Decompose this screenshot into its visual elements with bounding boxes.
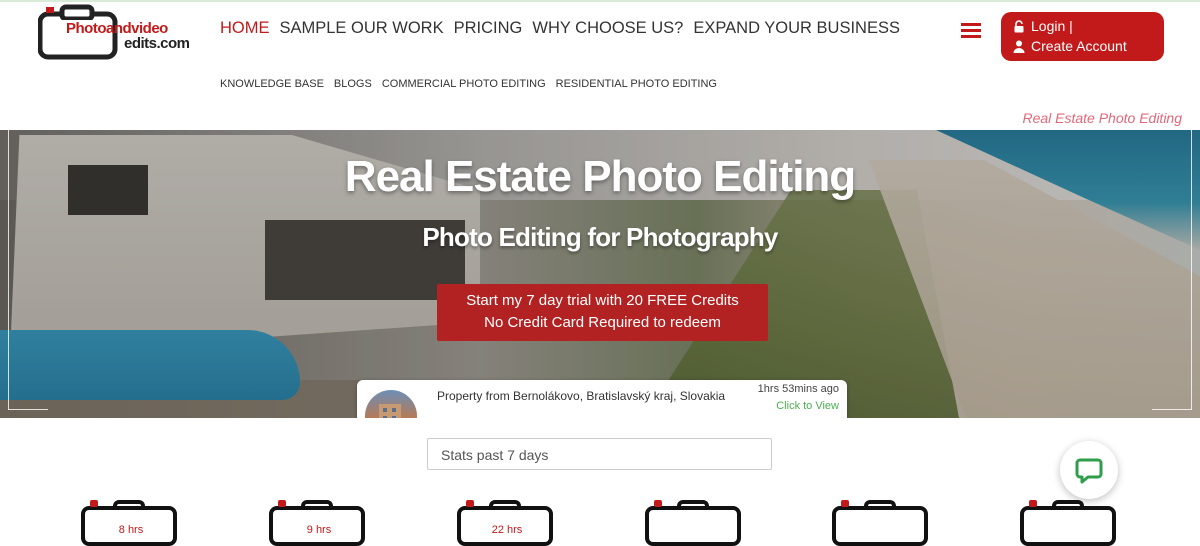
chat-bubble-icon (1075, 458, 1103, 484)
nav-commercial-photo-editing[interactable]: COMMERCIAL PHOTO EDITING (382, 78, 546, 90)
page-tag: Real Estate Photo Editing (1022, 110, 1182, 126)
main-nav: HOME SAMPLE OUR WORK PRICING WHY CHOOSE … (220, 19, 900, 38)
stat-value: 8 hrs (118, 524, 144, 536)
building-icon (379, 404, 401, 418)
stat-item (832, 500, 932, 546)
activity-timestamp: 1hrs 53mins ago (757, 383, 839, 395)
stat-value: 22 hrs (491, 524, 523, 536)
nav-expand-your-business[interactable]: EXPAND YOUR BUSINESS (693, 19, 900, 38)
login-label: Login | (1031, 18, 1073, 34)
hamburger-menu-icon[interactable] (961, 23, 981, 38)
stat-item (645, 500, 745, 546)
logo-wordmark: Photoandvideo edits.com (66, 21, 190, 51)
hero-frame-line (8, 409, 48, 410)
lock-icon (1014, 19, 1024, 32)
hero-banner: Real Estate Photo Editing Photo Editing … (0, 130, 1200, 418)
click-to-view-link[interactable]: Click to View (776, 400, 839, 412)
stats-period-select[interactable]: Stats past 7 days (427, 438, 772, 470)
create-account-link[interactable]: Create Account (1013, 38, 1127, 54)
user-icon (1013, 40, 1025, 53)
activity-title: Property from Bernolákovo, Bratislavský … (437, 389, 726, 403)
logo-text-part2: edits.com (124, 35, 190, 52)
nav-blogs[interactable]: BLOGS (334, 78, 372, 90)
recent-activity-card[interactable]: Property from Bernolákovo, Bratislavský … (357, 380, 847, 418)
stat-item: 22 hrs (457, 500, 557, 546)
top-border (0, 0, 1200, 2)
free-trial-button[interactable]: Start my 7 day trial with 20 FREE Credit… (437, 284, 768, 341)
stat-value: 9 hrs (306, 524, 332, 536)
nav-pricing[interactable]: PRICING (454, 19, 523, 38)
hero-title: Real Estate Photo Editing (344, 152, 856, 201)
nav-why-choose-us[interactable]: WHY CHOOSE US? (532, 19, 683, 38)
stat-item: 9 hrs (269, 500, 369, 546)
secondary-nav: KNOWLEDGE BASE BLOGS COMMERCIAL PHOTO ED… (220, 78, 717, 90)
hero-frame-line (1152, 409, 1192, 410)
nav-sample-our-work[interactable]: SAMPLE OUR WORK (280, 19, 444, 38)
cta-line-2: No Credit Card Required to redeem (484, 314, 721, 331)
auth-panel: Login | Create Account (1001, 12, 1164, 61)
stat-item (1020, 500, 1120, 546)
hero-subtitle: Photo Editing for Photography (422, 222, 778, 252)
nav-residential-photo-editing[interactable]: RESIDENTIAL PHOTO EDITING (556, 78, 717, 90)
nav-knowledge-base[interactable]: KNOWLEDGE BASE (220, 78, 324, 90)
stat-item: 8 hrs (81, 500, 181, 546)
login-link[interactable]: Login | (1013, 18, 1073, 34)
chat-button[interactable] (1060, 441, 1118, 499)
create-account-label: Create Account (1031, 38, 1127, 54)
cta-line-1: Start my 7 day trial with 20 FREE Credit… (466, 292, 739, 309)
property-thumbnail (365, 390, 417, 418)
nav-home[interactable]: HOME (220, 19, 270, 38)
site-logo[interactable]: Photoandvideo edits.com (37, 4, 203, 60)
